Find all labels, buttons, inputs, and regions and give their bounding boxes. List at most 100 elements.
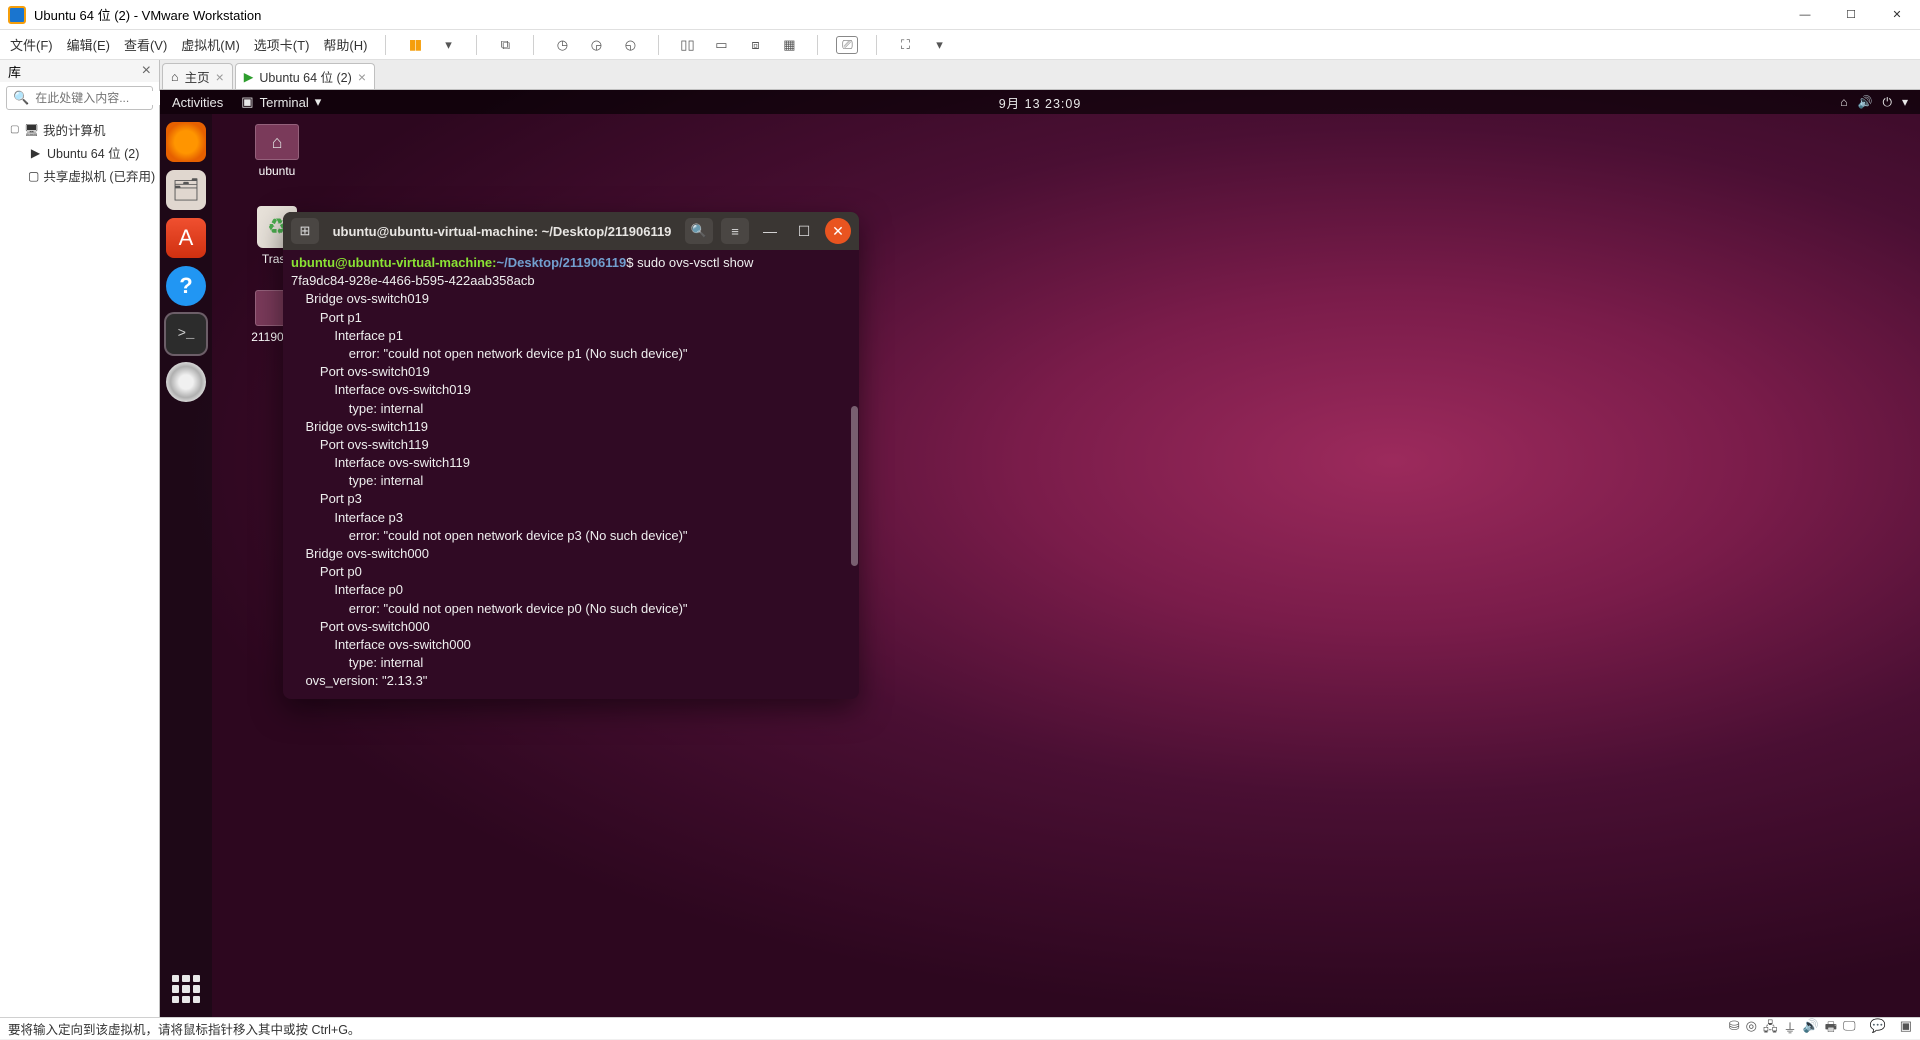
views-unity-icon[interactable]: ⧈ xyxy=(745,35,765,55)
network-adapter-icon[interactable]: 🖧 xyxy=(1763,1018,1778,1040)
hdd-icon[interactable]: ⛁ xyxy=(1729,1018,1740,1040)
vm-icon: ▶ xyxy=(28,146,43,159)
tree-root-my-computer[interactable]: ▢ 🖥 我的计算机 xyxy=(4,118,155,141)
terminal-title: ubuntu@ubuntu-virtual-machine: ~/Desktop… xyxy=(327,224,677,239)
views-console-icon[interactable]: ▭ xyxy=(711,35,731,55)
tab-close-icon[interactable]: × xyxy=(358,69,366,85)
dropdown-icon[interactable]: ▾ xyxy=(929,35,949,55)
firefox-icon[interactable] xyxy=(166,122,206,162)
separator xyxy=(476,35,477,55)
power-icon[interactable]: ⏻ xyxy=(1882,95,1892,110)
sound-icon[interactable]: 🔊 xyxy=(1803,1018,1819,1040)
show-applications-icon[interactable] xyxy=(168,971,204,1007)
tab-close-icon[interactable]: × xyxy=(216,69,224,85)
maximize-button[interactable]: ☐ xyxy=(1828,0,1874,30)
views-single-icon[interactable]: ▯▯ xyxy=(677,35,697,55)
app-menu[interactable]: ▣ Terminal ▾ xyxy=(241,94,321,110)
guest-desktop[interactable]: Activities ▣ Terminal ▾ 9月 13 23:09 ⌂ 🔊 … xyxy=(160,90,1920,1017)
library-search[interactable]: 🔍 ▾ xyxy=(6,86,153,110)
vmware-logo-icon xyxy=(8,6,26,24)
tab-home[interactable]: ⌂ 主页 × xyxy=(162,63,233,89)
terminal-output: 7fa9dc84-928e-4466-b595-422aab358acb Bri… xyxy=(291,273,688,688)
separator xyxy=(385,35,386,55)
pause-icon[interactable]: ▮▮ xyxy=(404,35,424,55)
snapshot-icon[interactable]: ◷ xyxy=(552,35,572,55)
send-ctrl-alt-del-icon[interactable]: ⧉ xyxy=(495,35,515,55)
desktop-home-folder[interactable]: ⌂ ubuntu xyxy=(242,124,312,178)
snapshot-manager-icon[interactable]: ◵ xyxy=(620,35,640,55)
usb-icon[interactable]: ⏚ xyxy=(1783,1018,1796,1040)
clock[interactable]: 9月 13 23:09 xyxy=(999,93,1082,112)
hamburger-menu-button[interactable]: ≡ xyxy=(721,218,749,244)
terminal-minimize-button[interactable]: ― xyxy=(757,218,783,244)
menu-edit[interactable]: 编辑(E) xyxy=(67,35,110,54)
tree-item-shared-vms[interactable]: ▢ 共享虚拟机 (已弃用) xyxy=(4,164,155,187)
minimize-button[interactable]: ― xyxy=(1782,0,1828,30)
new-tab-button[interactable]: ⊞ xyxy=(291,218,319,244)
library-close-icon[interactable]: × xyxy=(142,62,151,80)
cdrom-icon[interactable]: ◎ xyxy=(1746,1018,1757,1040)
activities-button[interactable]: Activities xyxy=(172,95,223,110)
vmware-menubar: 文件(F) 编辑(E) 查看(V) 虚拟机(M) 选项卡(T) 帮助(H) ▮▮… xyxy=(0,30,1920,60)
disc-icon[interactable] xyxy=(166,362,206,402)
chevron-down-icon[interactable]: ▾ xyxy=(1902,95,1908,109)
separator xyxy=(533,35,534,55)
terminal-command: sudo ovs-vsctl show xyxy=(637,255,753,270)
home-icon: ⌂ xyxy=(171,70,179,84)
chevron-down-icon: ▾ xyxy=(315,94,322,110)
menu-tabs[interactable]: 选项卡(T) xyxy=(254,35,310,54)
close-button[interactable]: ✕ xyxy=(1874,0,1920,30)
library-h-scrollbar[interactable] xyxy=(0,1000,159,1017)
console-view-icon[interactable]: ⎚ xyxy=(836,36,858,54)
menu-vm[interactable]: 虚拟机(M) xyxy=(181,35,240,54)
dropdown-icon[interactable]: ▾ xyxy=(438,35,458,55)
ubuntu-topbar: Activities ▣ Terminal ▾ 9月 13 23:09 ⌂ 🔊 … xyxy=(160,90,1920,114)
files-icon[interactable]: 🗂 xyxy=(166,170,206,210)
printer-icon[interactable]: 🖶 xyxy=(1825,1018,1837,1040)
collapse-icon[interactable]: ▢ xyxy=(10,124,20,135)
message-log-icon[interactable]: 💬 xyxy=(1870,1018,1886,1040)
terminal-scrollbar[interactable] xyxy=(851,406,858,566)
menu-file[interactable]: 文件(F) xyxy=(10,35,53,54)
terminal-icon: ▣ xyxy=(241,94,253,110)
display-icon[interactable]: 🖵 xyxy=(1843,1018,1856,1040)
library-panel: 库 × 🔍 ▾ ▢ 🖥 我的计算机 ▶ Ubuntu 64 位 (2) ▢ 共享… xyxy=(0,60,160,1017)
vm-tabs: ⌂ 主页 × ▶ Ubuntu 64 位 (2) × xyxy=(160,60,1920,90)
system-tray: ⌂ 🔊 ⏻ ▾ xyxy=(1840,95,1908,110)
library-header: 库 × xyxy=(0,60,159,82)
terminal-close-button[interactable]: ✕ xyxy=(825,218,851,244)
host-window-titlebar: Ubuntu 64 位 (2) - VMware Workstation ― ☐… xyxy=(0,0,1920,30)
terminal-titlebar[interactable]: ⊞ ubuntu@ubuntu-virtual-machine: ~/Deskt… xyxy=(283,212,859,250)
prompt-path: ~/Desktop/211906119 xyxy=(497,255,627,270)
volume-icon[interactable]: 🔊 xyxy=(1858,95,1873,109)
snapshot-revert-icon[interactable]: ◶ xyxy=(586,35,606,55)
fullscreen-toggle-icon[interactable]: ▣ xyxy=(1900,1018,1912,1040)
terminal-maximize-button[interactable]: ☐ xyxy=(791,218,817,244)
vmware-body: 库 × 🔍 ▾ ▢ 🖥 我的计算机 ▶ Ubuntu 64 位 (2) ▢ 共享… xyxy=(0,60,1920,1017)
fullscreen-icon[interactable]: ⛶ xyxy=(895,35,915,55)
status-hint: 要将输入定向到该虚拟机，请将鼠标指针移入其中或按 Ctrl+G。 xyxy=(8,1019,360,1038)
status-device-icons: ⛁ ◎ 🖧 ⏚ 🔊 🖶 🖵 💬 ▣ xyxy=(1729,1018,1912,1040)
search-icon: 🔍 xyxy=(13,90,29,106)
vm-column: ⌂ 主页 × ▶ Ubuntu 64 位 (2) × Activities ▣ … xyxy=(160,60,1920,1017)
views-thumbnail-icon[interactable]: ▦ xyxy=(779,35,799,55)
network-icon[interactable]: ⌂ xyxy=(1840,95,1847,109)
terminal-window[interactable]: ⊞ ubuntu@ubuntu-virtual-machine: ~/Deskt… xyxy=(283,212,859,699)
tree-label: 我的计算机 xyxy=(43,120,106,139)
tree-item-ubuntu-vm[interactable]: ▶ Ubuntu 64 位 (2) xyxy=(4,141,155,164)
menu-view[interactable]: 查看(V) xyxy=(124,35,167,54)
tab-label: Ubuntu 64 位 (2) xyxy=(259,67,351,86)
terminal-launcher-icon[interactable]: >_ xyxy=(166,314,206,354)
search-button[interactable]: 🔍 xyxy=(685,218,713,244)
separator xyxy=(876,35,877,55)
help-icon[interactable]: ? xyxy=(166,266,206,306)
desktop-label: ubuntu xyxy=(242,164,312,178)
tab-label: 主页 xyxy=(185,67,210,86)
terminal-body[interactable]: ubuntu@ubuntu-virtual-machine:~/Desktop/… xyxy=(283,250,859,699)
ubuntu-software-icon[interactable]: A xyxy=(166,218,206,258)
menu-help[interactable]: 帮助(H) xyxy=(323,35,367,54)
separator xyxy=(658,35,659,55)
tab-ubuntu-vm[interactable]: ▶ Ubuntu 64 位 (2) × xyxy=(235,63,375,89)
tree-label: 共享虚拟机 (已弃用) xyxy=(43,166,155,185)
tree-label: Ubuntu 64 位 (2) xyxy=(47,143,139,162)
